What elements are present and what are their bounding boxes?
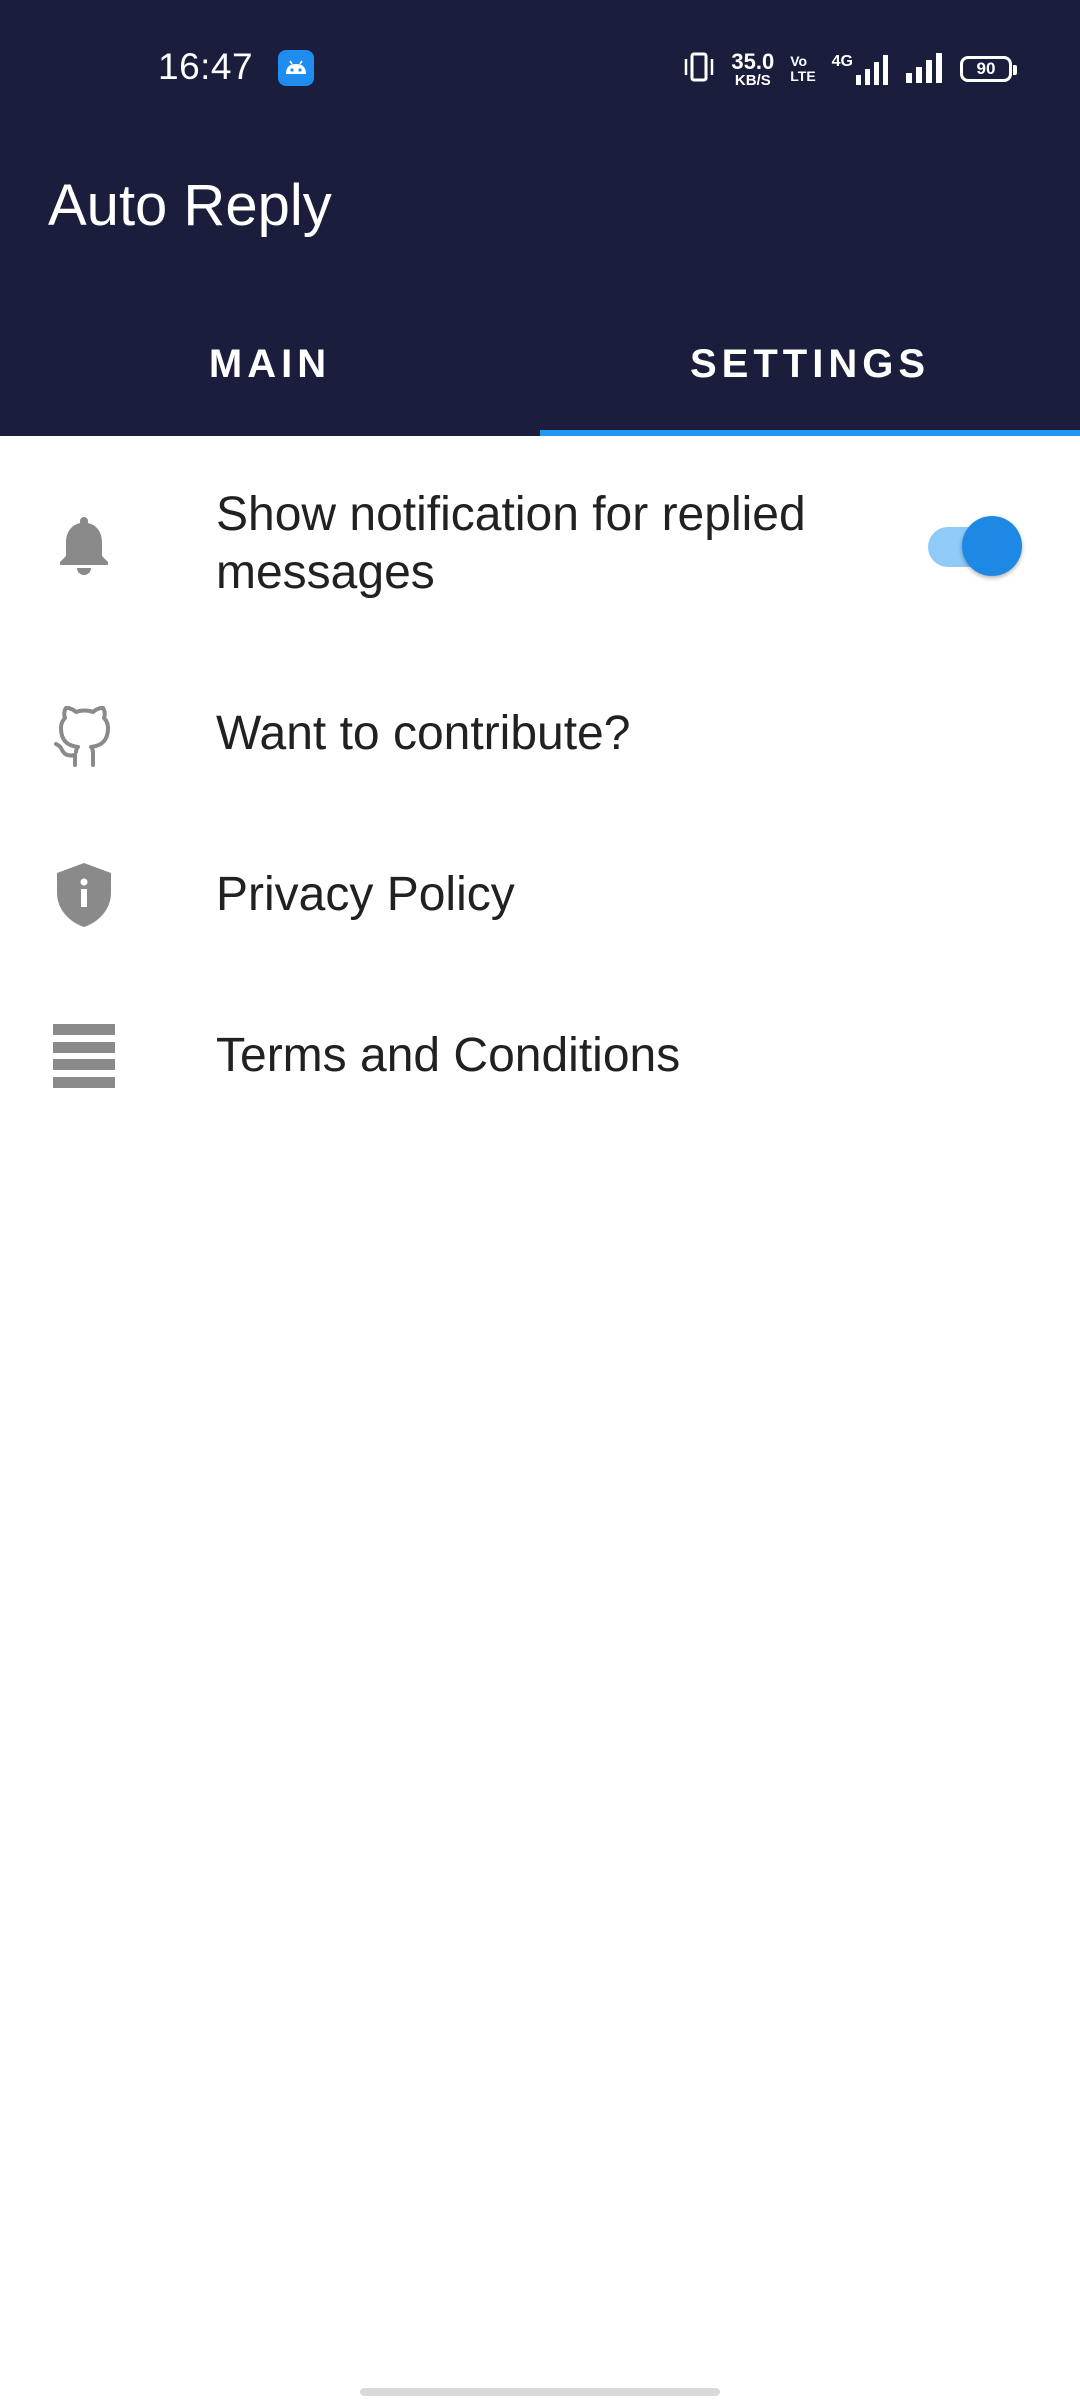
battery-level: 90 <box>976 59 996 78</box>
toggle-thumb <box>962 516 1022 576</box>
settings-list: Show notification for replied messages W… <box>0 436 1080 1137</box>
setting-label-terms: Terms and Conditions <box>216 1029 681 1082</box>
signal-4g-icon: 4G <box>832 53 890 85</box>
setting-row-notification[interactable]: Show notification for replied messages <box>0 436 1080 654</box>
setting-label-privacy: Privacy Policy <box>216 868 515 921</box>
app-title: Auto Reply <box>48 173 332 238</box>
tab-bar: MAIN SETTINGS <box>0 292 1080 436</box>
signal-icon <box>906 51 944 88</box>
volte-bottom: LTE <box>790 68 816 84</box>
tab-settings[interactable]: SETTINGS <box>540 292 1080 436</box>
battery-icon: 90 <box>960 56 1017 82</box>
tab-main[interactable]: MAIN <box>0 292 540 436</box>
network-speed-value: 35.0 <box>731 48 775 74</box>
volte-indicator: Vo LTE <box>790 54 815 83</box>
network-speed: 35.0 KB/S <box>731 48 775 89</box>
setting-label-notification: Show notification for replied messages <box>216 488 806 599</box>
notification-toggle[interactable] <box>924 514 1024 576</box>
setting-row-privacy[interactable]: Privacy Policy <box>0 815 1080 976</box>
status-time: 16:47 <box>158 46 254 87</box>
setting-row-contribute[interactable]: Want to contribute? <box>0 654 1080 815</box>
network-type: 4G <box>831 53 853 70</box>
network-speed-unit: KB/S <box>734 71 771 89</box>
shield-info-icon <box>50 861 118 929</box>
list-icon <box>50 1022 118 1090</box>
setting-row-terms[interactable]: Terms and Conditions <box>0 976 1080 1137</box>
android-notification-icon <box>278 50 314 86</box>
gesture-nav-handle[interactable] <box>360 2388 720 2396</box>
bell-icon <box>50 511 118 579</box>
github-icon <box>50 700 118 768</box>
volte-top: Vo <box>790 53 808 70</box>
status-bar: 16:47 35.0 KB/S Vo LTE 4G 90 <box>0 0 1080 136</box>
setting-label-contribute: Want to contribute? <box>216 707 631 760</box>
app-bar: Auto Reply <box>0 136 1080 292</box>
vibrate-icon <box>683 50 715 89</box>
